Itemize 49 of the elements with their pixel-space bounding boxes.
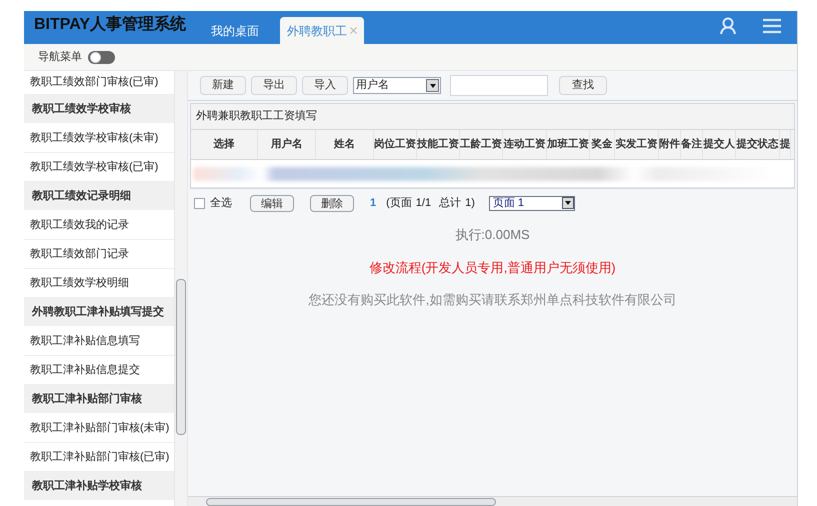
column-header: 选择	[191, 130, 258, 159]
column-header: 提交人	[703, 130, 736, 159]
menu-icon[interactable]	[763, 18, 781, 34]
menu-group-header[interactable]: 外聘教职工津补贴填写提交	[24, 298, 174, 327]
toolbar-button[interactable]: 新建	[200, 76, 246, 95]
nav-menu-label: 导航菜单	[38, 50, 82, 65]
scroll-thumb[interactable]	[176, 279, 186, 435]
column-header: 用户名	[258, 130, 316, 159]
toolbar-button[interactable]: 导出	[251, 76, 297, 95]
select-all-label: 全选	[210, 196, 232, 211]
sidebar-scrollbar[interactable]	[174, 71, 188, 506]
menu-group-header[interactable]: 教职工津补贴部门审核	[24, 385, 174, 414]
page-link[interactable]: 1	[370, 194, 376, 212]
search-field[interactable]	[450, 75, 548, 96]
menu-group-header[interactable]: 教职工绩效学校审核	[24, 95, 174, 124]
column-header: 姓名	[316, 130, 374, 159]
toolbar-button[interactable]: 导入	[302, 76, 348, 95]
action-button[interactable]: 编辑	[250, 194, 294, 212]
page-count: 1/1	[416, 196, 432, 211]
total-count: 1)	[465, 196, 475, 211]
column-header: 加班工资	[547, 130, 590, 159]
column-header: 连动工资	[503, 130, 547, 159]
nav-toggle[interactable]	[88, 50, 115, 64]
action-button[interactable]: 删除	[310, 194, 354, 212]
column-header: 岗位工资	[374, 130, 417, 159]
column-header: 技能工资	[417, 130, 460, 159]
column-header: 工龄工资	[460, 130, 503, 159]
select-all-checkbox[interactable]	[194, 198, 205, 208]
search-button[interactable]: 查找	[559, 76, 607, 95]
tab[interactable]: 我的桌面	[204, 17, 266, 44]
column-header: 提交状态	[736, 130, 780, 159]
column-header: 奖金	[590, 130, 615, 159]
license-notice: 您还没有购买此软件,如需购买请联系郑州单点科技软件有限公司	[308, 291, 676, 309]
execution-time: 执行:0.00MS	[455, 226, 530, 244]
filter-select[interactable]: 用户名	[353, 77, 441, 94]
page-select[interactable]: 页面 1	[488, 196, 575, 210]
menu-group-header[interactable]: 教职工绩效记录明细	[24, 182, 174, 211]
page-label: (页面	[386, 196, 412, 211]
close-icon[interactable]	[350, 27, 357, 34]
app-title: BITPAY人事管理系统	[34, 14, 188, 35]
dev-notice: 修改流程(开发人员专用,普通用户无须使用)	[369, 258, 616, 277]
column-header: 实发工资	[615, 130, 659, 159]
column-header: 附件	[659, 130, 681, 159]
user-icon[interactable]	[719, 17, 737, 35]
horizontal-scrollbar[interactable]	[206, 498, 496, 506]
menu-group-header[interactable]: 教职工津补贴学校审核	[24, 472, 174, 501]
column-header: 备注	[681, 130, 703, 159]
panel-title: 外聘兼职教职工工资填写	[191, 104, 794, 130]
total-label: 总计	[439, 196, 462, 211]
